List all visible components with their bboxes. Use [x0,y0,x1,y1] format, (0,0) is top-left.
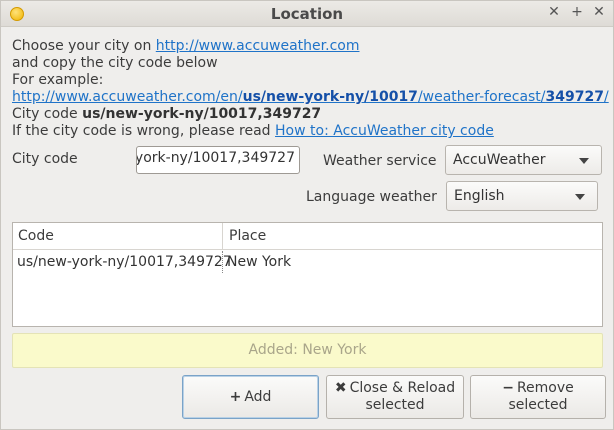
accuweather-link[interactable]: http://www.accuweather.com [156,38,360,54]
city-code-example: City code us/new-york-ny/10017,349727 [12,106,322,122]
window-title: Location [270,5,344,23]
close-icon: ✖ [334,380,347,396]
howto-link[interactable]: How to: AccuWeather city code [275,123,494,139]
weather-service-label: Weather service [323,153,437,169]
city-code-example-value: us/new-york-ny/10017,349727 [82,106,322,122]
title-bar: Location ✕ + ✕ [1,1,613,27]
city-table[interactable]: Code Place us/new-york-ny/10017,349727 N… [12,222,603,327]
row-place: New York [227,254,292,270]
language-select[interactable]: English [446,181,598,211]
row-code: us/new-york-ny/10017,349727 [17,254,232,270]
intro-line-2: and copy the city code below [12,55,218,71]
weather-service-select[interactable]: AccuWeather [445,145,602,175]
column-header-place[interactable]: Place [229,228,266,244]
wrong-code-line: If the city code is wrong, please read H… [12,123,494,139]
example-link-line: http://www.accuweather.com/en/us/new-yor… [12,89,609,105]
plus-icon: + [229,389,242,405]
location-window: Location ✕ + ✕ Choose your city on http:… [0,0,614,430]
maximize-icon[interactable]: + [569,4,585,20]
table-header: Code Place [13,223,602,250]
chevron-down-icon [575,194,585,200]
close-reload-button[interactable]: ✖ Close & Reload selected [326,375,464,419]
city-code-input[interactable]: us/new-york-ny/10017,349727 [136,146,300,174]
example-link[interactable]: http://www.accuweather.com/en/us/new-yor… [12,89,609,105]
add-button[interactable]: + Add [182,375,319,419]
intro-text: Choose your city on [12,38,156,54]
intro-line-3: For example: [12,72,104,88]
chevron-down-icon [579,158,589,164]
intro-line-1: Choose your city on http://www.accuweath… [12,38,359,54]
minimize-icon[interactable]: ✕ [546,4,562,20]
status-message: Added: New York [12,333,603,368]
language-weather-label: Language weather [306,189,437,205]
minus-icon: − [502,380,514,396]
close-icon[interactable]: ✕ [591,4,607,20]
column-header-code[interactable]: Code [18,228,54,244]
city-code-label: City code [12,151,78,167]
remove-button[interactable]: − Remove selected [470,375,606,419]
